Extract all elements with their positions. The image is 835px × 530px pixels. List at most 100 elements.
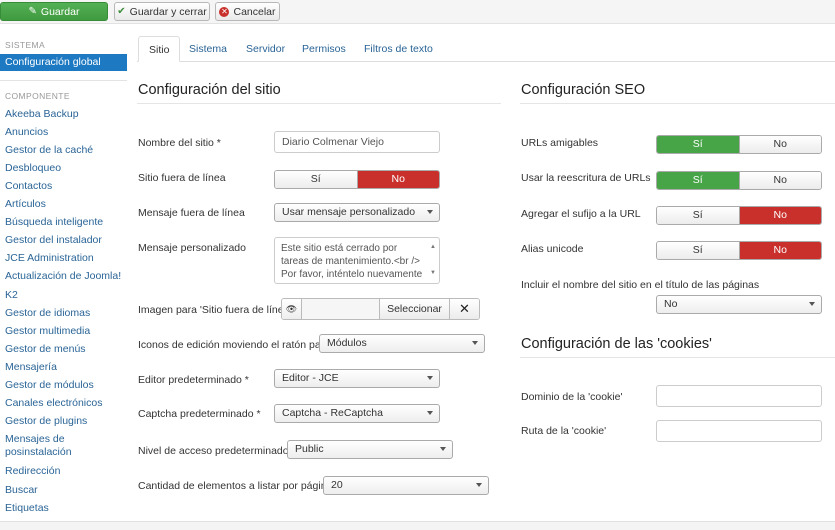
chevron-down-icon (476, 483, 482, 487)
edit-icons-label: Iconos de edición moviendo el ratón para (138, 339, 331, 351)
offline-message-select[interactable]: Usar mensaje personalizado (274, 203, 440, 222)
divider (137, 103, 501, 104)
url-suffix-yes-button[interactable]: Sí (657, 207, 739, 224)
sidebar-item[interactable]: Etiquetas (5, 502, 49, 514)
url-rewrite-toggle[interactable]: Sí No (656, 171, 822, 190)
sidebar-item[interactable]: JCE Administration (5, 252, 94, 264)
sidebar-item[interactable]: Anuncios (5, 126, 48, 138)
tab-sitio[interactable]: Sitio (138, 36, 181, 62)
list-limit-select[interactable]: 20 (323, 476, 489, 495)
sidebar-item[interactable]: Gestor de menús (5, 343, 86, 355)
sidebar-item[interactable]: Redirección (5, 465, 60, 477)
unicode-alias-toggle[interactable]: Sí No (656, 241, 822, 260)
url-suffix-label: Agregar el sufijo a la URL (521, 208, 641, 220)
sidebar-item[interactable]: Contactos (5, 180, 52, 192)
sef-urls-toggle[interactable]: Sí No (656, 135, 822, 154)
offline-toggle[interactable]: Sí No (274, 170, 440, 189)
status-bar (0, 521, 835, 530)
tab-servidor[interactable]: Servidor (236, 36, 295, 62)
sef-urls-no-button[interactable]: No (738, 136, 821, 153)
textarea-scrollbar[interactable]: ▲ ▼ (429, 241, 437, 280)
clear-image-icon[interactable]: ✕ (450, 299, 479, 319)
sitename-in-title-select[interactable]: No (656, 295, 822, 314)
chevron-down-icon (440, 447, 446, 451)
sidebar-item[interactable]: K2 (5, 289, 18, 301)
eye-icon[interactable]: 👁 (282, 299, 302, 319)
chevron-down-icon (809, 302, 815, 306)
save-close-button[interactable]: ✔ Guardar y cerrar (114, 2, 210, 21)
chevron-down-icon (472, 341, 478, 345)
default-access-label: Nivel de acceso predeterminado * (138, 445, 296, 457)
sidebar-item[interactable]: Gestor multimedia (5, 325, 90, 337)
tab-sistema[interactable]: Sistema (179, 36, 237, 62)
tab-permisos[interactable]: Permisos (292, 36, 356, 62)
default-access-select[interactable]: Public (287, 440, 453, 459)
select-image-button[interactable]: Seleccionar (380, 299, 450, 319)
save-button[interactable]: ✎ Guardar (0, 2, 108, 21)
sef-urls-yes-button[interactable]: Sí (657, 136, 739, 153)
cancel-button[interactable]: ✕ Cancelar (215, 2, 280, 21)
divider (520, 103, 835, 104)
sidebar-item[interactable]: Mensajería (5, 361, 57, 373)
chevron-down-icon (427, 210, 433, 214)
unicode-alias-no-button[interactable]: No (738, 242, 821, 259)
default-editor-select[interactable]: Editor - JCE (274, 369, 440, 388)
url-rewrite-no-button[interactable]: No (738, 172, 821, 189)
sidebar-heading-component: COMPONENTE (5, 91, 70, 101)
custom-message-textarea[interactable]: Este sitio está cerrado por tareas de ma… (274, 237, 440, 284)
site-config-heading: Configuración del sitio (138, 82, 281, 98)
sidebar-item[interactable]: Actualización de Joomla! (5, 270, 121, 282)
sidebar-item[interactable]: Buscar (5, 484, 38, 496)
sidebar-item[interactable]: Artículos (5, 198, 46, 210)
sidebar-heading-system: SISTEMA (5, 40, 46, 50)
edit-icons-select[interactable]: Módulos (319, 334, 485, 353)
url-suffix-toggle[interactable]: Sí No (656, 206, 822, 225)
url-rewrite-yes-button[interactable]: Sí (657, 172, 739, 189)
unicode-alias-label: Alias unicode (521, 243, 584, 255)
sidebar-item[interactable]: Gestor de la caché (5, 144, 93, 156)
offline-label: Sitio fuera de línea (138, 172, 226, 184)
unicode-alias-yes-button[interactable]: Sí (657, 242, 739, 259)
chevron-down-icon (427, 411, 433, 415)
cookie-config-heading: Configuración de las 'cookies' (521, 336, 712, 352)
url-suffix-no-button[interactable]: No (738, 207, 821, 224)
sef-urls-label: URLs amigables (521, 137, 599, 149)
sitename-in-title-label: Incluir el nombre del sitio en el título… (521, 279, 760, 291)
sidebar-item[interactable]: Gestor de idiomas (5, 307, 90, 319)
default-captcha-label: Captcha predeterminado * (138, 408, 261, 420)
cookie-domain-input[interactable] (656, 385, 822, 407)
sidebar-item[interactable]: Akeeba Backup (5, 108, 79, 120)
offline-image-label: Imagen para 'Sitio fuera de línea' (138, 304, 292, 316)
sidebar-item[interactable]: Gestor del instalador (5, 234, 102, 246)
sidebar-item[interactable]: Gestor de módulos (5, 379, 94, 391)
cookie-path-input[interactable] (656, 420, 822, 442)
sidebar-divider (0, 80, 127, 81)
url-rewrite-label: Usar la reescritura de URLs (521, 172, 651, 184)
seo-config-heading: Configuración SEO (521, 82, 646, 98)
sidebar-item[interactable]: Búsqueda inteligente (5, 216, 103, 228)
divider (520, 357, 835, 358)
cookie-path-label: Ruta de la 'cookie' (521, 425, 607, 437)
cancel-icon: ✕ (219, 6, 230, 17)
sidebar-item[interactable]: Mensajes de posinstalación (5, 433, 105, 459)
offline-message-label: Mensaje fuera de línea (138, 207, 245, 219)
offline-image-path (302, 299, 380, 319)
sidebar-item-global-config[interactable]: Configuración global (0, 54, 127, 71)
default-editor-label: Editor predeterminado * (138, 374, 249, 386)
offline-yes-button[interactable]: Sí (275, 171, 357, 188)
cookie-domain-label: Dominio de la 'cookie' (521, 391, 623, 403)
offline-no-button[interactable]: No (356, 171, 439, 188)
list-limit-label: Cantidad de elementos a listar por págin… (138, 480, 333, 492)
sidebar-item[interactable]: Gestor de plugins (5, 415, 87, 427)
custom-message-label: Mensaje personalizado (138, 242, 246, 254)
sidebar-item[interactable]: Desbloqueo (5, 162, 61, 174)
site-name-label: Nombre del sitio * (138, 137, 221, 149)
sidebar-item[interactable]: Canales electrónicos (5, 397, 102, 409)
chevron-down-icon (427, 376, 433, 380)
edit-icon: ✎ (28, 5, 37, 17)
tab-filtros-texto[interactable]: Filtros de texto (354, 36, 443, 62)
default-captcha-select[interactable]: Captcha - ReCaptcha (274, 404, 440, 423)
site-name-input[interactable]: Diario Colmenar Viejo (274, 131, 440, 153)
offline-image-field: 👁 Seleccionar ✕ (281, 298, 480, 320)
check-icon: ✔ (117, 5, 126, 17)
